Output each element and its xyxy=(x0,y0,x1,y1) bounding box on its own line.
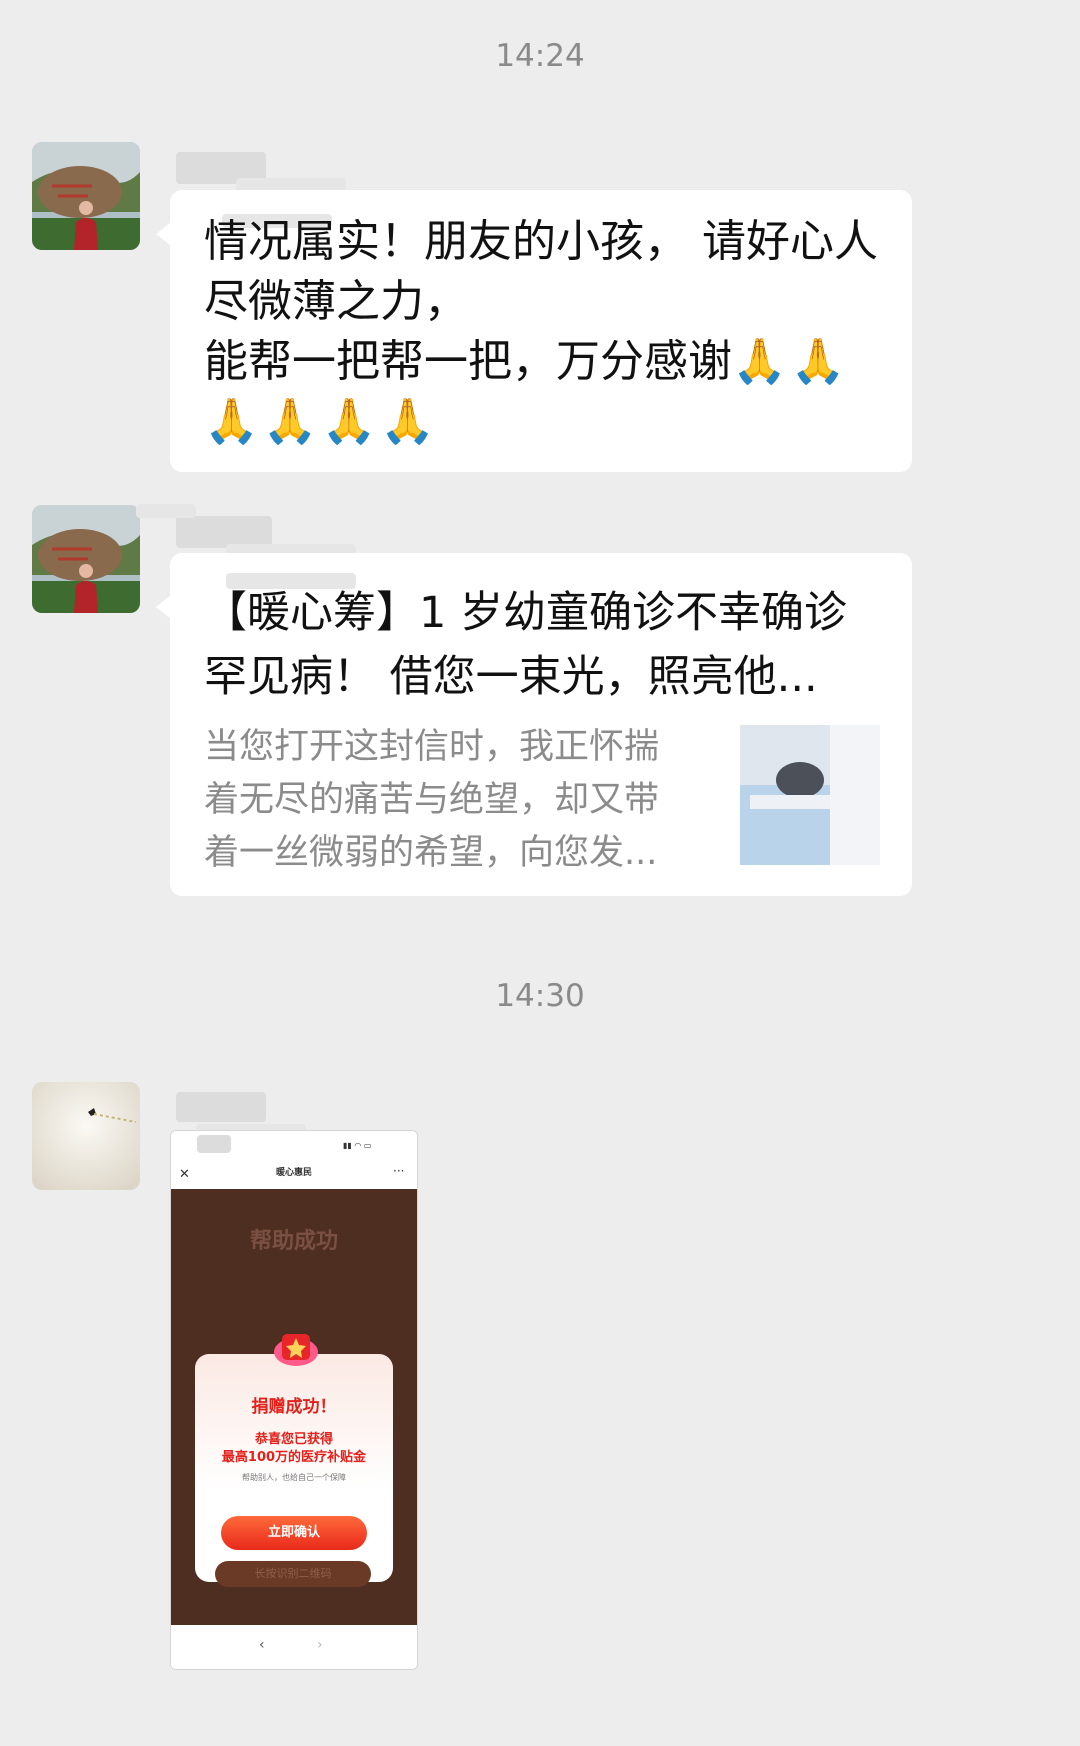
donation-page: 帮助成功 捐赠成功！ 恭喜您已获得 最高100万的医疗补贴金 帮助别人，也给自己… xyxy=(171,1189,417,1625)
mini-app-footer: ‹ › xyxy=(171,1625,417,1669)
sender-avatar[interactable] xyxy=(32,505,140,613)
link-card-title: 【暖心筹】1 岁幼童确诊不幸确诊罕见病！ 借您一束光，照亮他... xyxy=(204,588,848,702)
timestamp: 14:24 xyxy=(495,38,585,74)
timestamp: 14:30 xyxy=(495,978,585,1014)
confirm-button: 立即确认 xyxy=(221,1516,367,1550)
link-card-thumbnail xyxy=(740,725,880,865)
more-icon: ··· xyxy=(393,1164,405,1178)
sender-avatar[interactable] xyxy=(32,1082,140,1190)
long-press-qr-button: 长按识别二维码 xyxy=(215,1561,371,1587)
message-text: 情况属实！朋友的小孩， 请好心人尽微薄之力， 能帮一把帮一把，万分感谢🙏🙏🙏🙏🙏… xyxy=(204,216,878,447)
mini-app-header: ▮▮ ◠ ▭ ✕ 暖心惠民 ··· xyxy=(171,1131,417,1189)
red-envelope-icon xyxy=(273,1328,319,1368)
shared-screenshot-image[interactable]: ▮▮ ◠ ▭ ✕ 暖心惠民 ··· 帮助成功 捐赠成功！ 恭喜您已获得 最高10… xyxy=(170,1130,418,1670)
message-bubble[interactable]: 情况属实！朋友的小孩， 请好心人尽微薄之力， 能帮一把帮一把，万分感谢🙏🙏🙏🙏🙏… xyxy=(156,190,912,472)
donation-success-dialog: 捐赠成功！ 恭喜您已获得 最高100万的医疗补贴金 帮助别人，也给自己一个保障 … xyxy=(195,1334,393,1582)
back-arrow-icon: ‹ xyxy=(259,1637,265,1653)
forward-arrow-icon: › xyxy=(317,1637,323,1653)
link-card[interactable]: 【暖心筹】1 岁幼童确诊不幸确诊罕见病！ 借您一束光，照亮他... 当您打开这封… xyxy=(156,553,912,896)
sender-avatar[interactable] xyxy=(32,142,140,250)
link-card-description: 当您打开这封信时，我正怀揣着无尽的痛苦与绝望，却又带着一丝微弱的希望，向您发..… xyxy=(204,727,660,873)
